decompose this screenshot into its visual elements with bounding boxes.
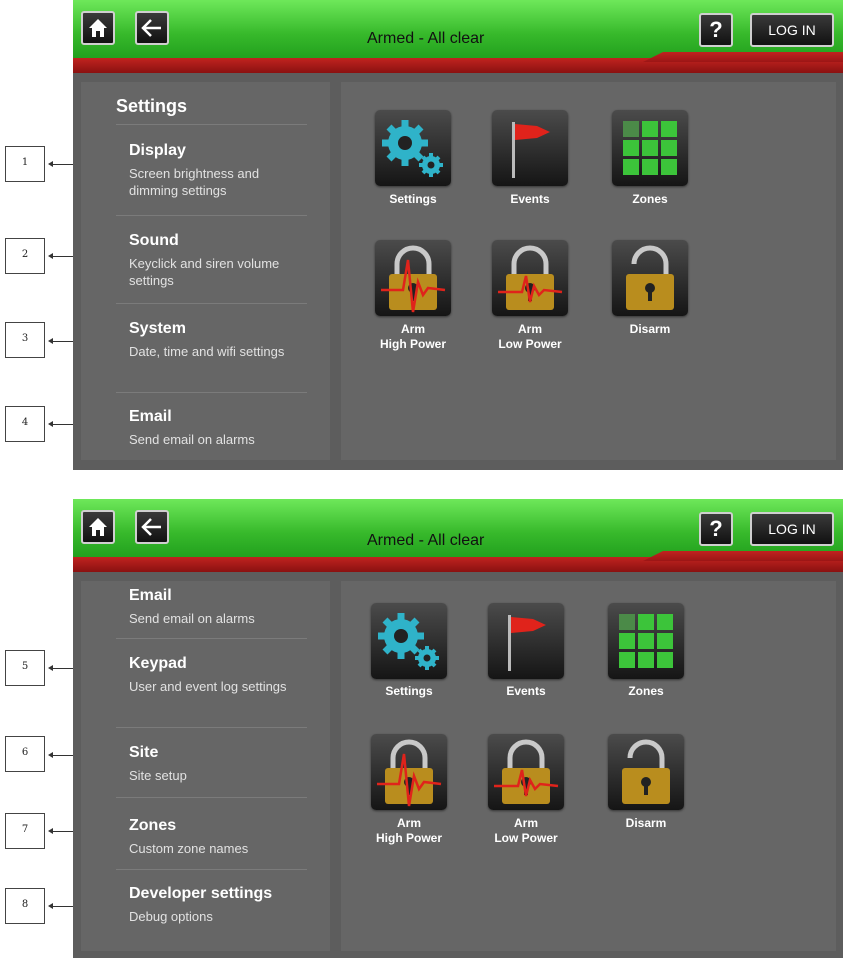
back-button[interactable] bbox=[135, 11, 169, 45]
tile-label: Arm High Power bbox=[379, 322, 446, 351]
callout-box-6: 6 bbox=[5, 736, 45, 772]
menu-item-desc: Date, time and wifi settings bbox=[129, 344, 285, 359]
login-button[interactable]: LOG IN bbox=[750, 512, 834, 546]
home-icon bbox=[89, 518, 107, 536]
status-text: Armed - All clear bbox=[367, 532, 485, 549]
separator bbox=[116, 727, 307, 728]
tile-label: Disarm bbox=[625, 816, 667, 830]
screen-settings-page-2: Armed - All clear ? LOG IN Email Send em… bbox=[73, 499, 843, 958]
separator bbox=[116, 392, 307, 393]
padlock-high-power-icon bbox=[381, 245, 446, 313]
menu-item-desc: Site setup bbox=[129, 768, 187, 783]
tile-label: Arm Low Power bbox=[494, 816, 558, 845]
status-text: Armed - All clear bbox=[367, 30, 485, 47]
tile-label: Disarm bbox=[629, 322, 671, 336]
padlock-open-icon bbox=[622, 739, 670, 804]
padlock-low-power-icon bbox=[498, 245, 563, 310]
separator bbox=[116, 797, 307, 798]
menu-item-title: Zones bbox=[129, 817, 177, 834]
settings-menu-panel: Settings Display Screen brightness and d… bbox=[81, 82, 330, 460]
login-button[interactable]: LOG IN bbox=[750, 13, 834, 47]
home-button[interactable] bbox=[81, 510, 115, 544]
header-red-notch bbox=[643, 551, 843, 561]
action-tiles-panel: Settings Events Zones Arm High Power Arm… bbox=[341, 581, 836, 951]
home-icon bbox=[89, 19, 107, 37]
callout-box-1: 1 bbox=[5, 146, 45, 182]
menu-item-desc: Custom zone names bbox=[129, 841, 249, 856]
menu-item-title: Sound bbox=[129, 232, 179, 249]
menu-item-title: Keypad bbox=[129, 655, 187, 672]
separator bbox=[116, 869, 307, 870]
back-button[interactable] bbox=[135, 510, 169, 544]
callout-box-7: 7 bbox=[5, 813, 45, 849]
tile-label: Settings bbox=[385, 684, 433, 698]
flag-icon bbox=[508, 615, 546, 671]
menu-item-desc: Keyclick and siren volume settings bbox=[129, 256, 280, 288]
menu-item-desc: Send email on alarms bbox=[129, 432, 255, 447]
menu-item-desc: Screen brightness and dimming settings bbox=[129, 166, 260, 198]
padlock-high-power-icon bbox=[377, 739, 442, 807]
tile-label: Settings bbox=[389, 192, 437, 206]
tile-label: Arm Low Power bbox=[498, 322, 562, 351]
callout-box-2: 2 bbox=[5, 238, 45, 274]
back-arrow-icon bbox=[141, 518, 161, 536]
tile-label: Arm High Power bbox=[375, 816, 442, 845]
action-tiles-panel: Settings Events Zones Arm High Power Arm… bbox=[341, 82, 836, 460]
tile-label: Events bbox=[510, 192, 550, 206]
menu-item-desc: Send email on alarms bbox=[129, 611, 255, 626]
separator bbox=[116, 124, 307, 125]
menu-item-title: Developer settings bbox=[129, 885, 273, 902]
help-icon: ? bbox=[709, 516, 723, 541]
tile-label: Zones bbox=[628, 684, 664, 698]
padlock-open-icon bbox=[626, 245, 674, 310]
padlock-low-power-icon bbox=[494, 739, 559, 804]
help-button[interactable]: ? bbox=[699, 13, 733, 47]
panel-heading: Settings bbox=[116, 96, 188, 116]
home-button[interactable] bbox=[81, 11, 115, 45]
callout-box-4: 4 bbox=[5, 406, 45, 442]
separator bbox=[116, 638, 307, 639]
gears-icon bbox=[382, 120, 443, 177]
separator bbox=[116, 215, 307, 216]
menu-item-desc: User and event log settings bbox=[129, 679, 287, 694]
separator bbox=[116, 303, 307, 304]
settings-menu-panel: Email Send email on alarms Keypad User a… bbox=[81, 581, 330, 951]
grid-icon bbox=[623, 121, 677, 175]
callout-box-8: 8 bbox=[5, 888, 45, 924]
callout-box-5: 5 bbox=[5, 650, 45, 686]
menu-item-desc: Debug options bbox=[129, 909, 213, 924]
callout-box-3: 3 bbox=[5, 322, 45, 358]
help-icon: ? bbox=[709, 17, 723, 42]
header-red-notch bbox=[643, 52, 843, 62]
menu-item-title: Display bbox=[129, 142, 186, 159]
menu-item-title: Email bbox=[129, 408, 172, 425]
tile-label: Events bbox=[506, 684, 546, 698]
screen-settings-page-1: Armed - All clear ? LOG IN Settings Disp… bbox=[73, 0, 843, 470]
flag-icon bbox=[512, 122, 550, 178]
tile-label: Zones bbox=[632, 192, 668, 206]
back-arrow-icon bbox=[141, 19, 161, 37]
grid-icon bbox=[619, 614, 673, 668]
menu-item-title: Site bbox=[129, 744, 159, 761]
menu-item-title: System bbox=[129, 320, 186, 337]
menu-item-title: Email bbox=[129, 587, 172, 604]
help-button[interactable]: ? bbox=[699, 512, 733, 546]
gears-icon bbox=[378, 613, 439, 670]
